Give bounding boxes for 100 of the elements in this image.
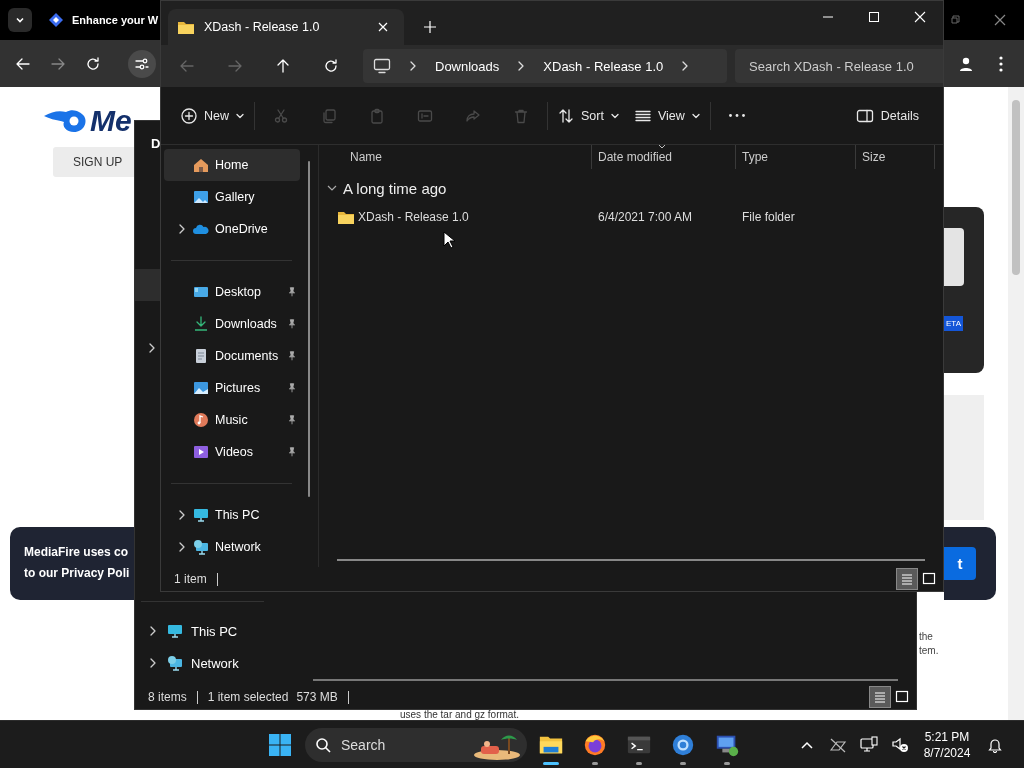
sidebar-item[interactable]: Pictures	[164, 372, 300, 404]
restore-icon	[950, 15, 960, 25]
sidebar-item[interactable]: Documents	[164, 340, 300, 372]
sort-button[interactable]: Sort	[550, 95, 627, 136]
network-icon	[193, 539, 209, 555]
date-modified: 6/4/2021 7:00 AM	[598, 210, 693, 224]
pin-icon	[286, 318, 298, 330]
sidebar-item[interactable]: This PC	[164, 499, 300, 531]
chevron-right-icon	[408, 61, 418, 71]
address-bar[interactable]: Downloads XDash - Release 1.0	[363, 49, 727, 83]
home-icon	[193, 157, 209, 173]
flame-logo-icon	[44, 108, 88, 134]
document-icon	[193, 348, 209, 364]
person-icon	[957, 55, 974, 72]
window-icon	[921, 571, 937, 587]
pin-icon	[286, 382, 298, 394]
panel-heading: D	[151, 136, 161, 151]
page-text: tem.	[919, 644, 939, 658]
monitor-icon	[193, 507, 209, 523]
close-icon	[914, 11, 926, 23]
file-row[interactable]: XDash - Release 1.0 6/4/2021 7:00 AM File folder	[319, 203, 943, 231]
new-button[interactable]: New	[173, 95, 252, 136]
network-icon	[167, 655, 183, 671]
scrollbar[interactable]	[1008, 87, 1024, 720]
sidebar-item[interactable]: This PC	[135, 615, 295, 647]
window-tab[interactable]: XDash - Release 1.0	[168, 9, 404, 45]
group-header[interactable]: A long time ago	[319, 177, 943, 199]
accept-button[interactable]: t	[944, 547, 976, 580]
scrollbar-thumb[interactable]	[308, 161, 310, 497]
beta-badge: ETA	[944, 316, 963, 331]
clock-button[interactable]: 5:21 PM 8/7/2024	[915, 724, 979, 765]
download-icon	[193, 316, 209, 332]
sidebar-item[interactable]: Videos	[164, 436, 300, 468]
item-count: 8 items	[148, 690, 187, 704]
search-field[interactable]: Search	[305, 727, 527, 762]
page-text: the	[919, 630, 934, 644]
window-icon	[894, 689, 910, 705]
chevron-down-icon	[15, 15, 25, 25]
scrollbar-thumb[interactable]	[337, 559, 925, 561]
selection-size: 573 MB	[296, 690, 338, 704]
monitor-icon	[859, 735, 878, 754]
chevron-right-icon	[148, 658, 158, 668]
sidebar-item[interactable]: Music	[164, 404, 300, 436]
selection-count: 1 item selected	[207, 690, 289, 704]
tab-list-button[interactable]	[8, 8, 32, 32]
details-button[interactable]: Details	[847, 95, 927, 136]
folder-icon	[178, 20, 194, 34]
mouse-pointer-icon	[443, 231, 455, 249]
cookie-text: to our Privacy Poli	[24, 565, 131, 581]
column-header[interactable]: Type	[735, 145, 855, 169]
sort-caret-icon	[658, 144, 666, 149]
forward-arrow-icon	[227, 58, 243, 74]
file-type: File folder	[742, 210, 795, 224]
cookie-text: MediaFire uses co	[24, 544, 130, 560]
list-icon	[872, 689, 888, 705]
breadcrumb-item[interactable]: XDash - Release 1.0	[543, 58, 664, 74]
pin-icon	[286, 446, 298, 458]
video-icon	[193, 444, 209, 460]
item-count: 1 item	[174, 572, 207, 586]
crossed-out-icon	[828, 736, 847, 753]
gallery-icon	[193, 189, 209, 205]
page-text: uses the tar and gz format.	[400, 710, 519, 720]
view-button[interactable]: View	[626, 95, 708, 136]
column-header[interactable]: Date modified	[591, 145, 735, 169]
music-icon	[193, 412, 209, 428]
tab-title[interactable]: Enhance your W	[72, 14, 159, 26]
close-icon	[378, 22, 388, 32]
breadcrumb-item[interactable]: Downloads	[435, 58, 500, 74]
folder-icon	[338, 210, 354, 224]
sidebar-item[interactable]: Downloads	[164, 308, 300, 340]
reload-icon	[84, 55, 101, 72]
column-header[interactable]: Name	[319, 145, 591, 169]
sign-up-button[interactable]: SIGN UP	[53, 147, 134, 177]
back-arrow-icon	[179, 58, 195, 74]
pin-icon	[286, 414, 298, 426]
sidebar-item[interactable]: Home	[164, 149, 300, 181]
sidebar-item[interactable]: Network	[164, 531, 300, 563]
picture-icon	[193, 380, 209, 396]
caret-down-icon	[691, 111, 700, 120]
sidebar-item[interactable]: Network	[135, 647, 295, 679]
sidebar-item[interactable]: Gallery	[164, 181, 300, 213]
search-icon	[315, 736, 331, 753]
up-arrow-icon	[275, 58, 291, 74]
search-field[interactable]: Search XDash - Release 1.0	[735, 49, 943, 83]
side-panel-icon	[855, 107, 874, 124]
monitor-icon	[167, 623, 183, 639]
kebab-menu-icon	[998, 55, 1003, 72]
refresh-icon	[323, 58, 339, 74]
sidebar-item[interactable]: OneDrive	[164, 213, 300, 245]
maximize-icon	[869, 12, 879, 22]
input-field[interactable]	[944, 228, 964, 286]
column-header[interactable]: Size	[855, 145, 935, 169]
logo-text: Me	[90, 104, 132, 138]
site-info-button[interactable]	[128, 49, 156, 78]
monitor-icon	[373, 58, 391, 74]
caret-down-icon	[610, 111, 619, 120]
sidebar-item[interactable]: Desktop	[164, 276, 300, 308]
diamond-icon	[48, 12, 64, 28]
list-icon	[899, 571, 915, 587]
scrollbar-thumb[interactable]	[1012, 100, 1020, 275]
